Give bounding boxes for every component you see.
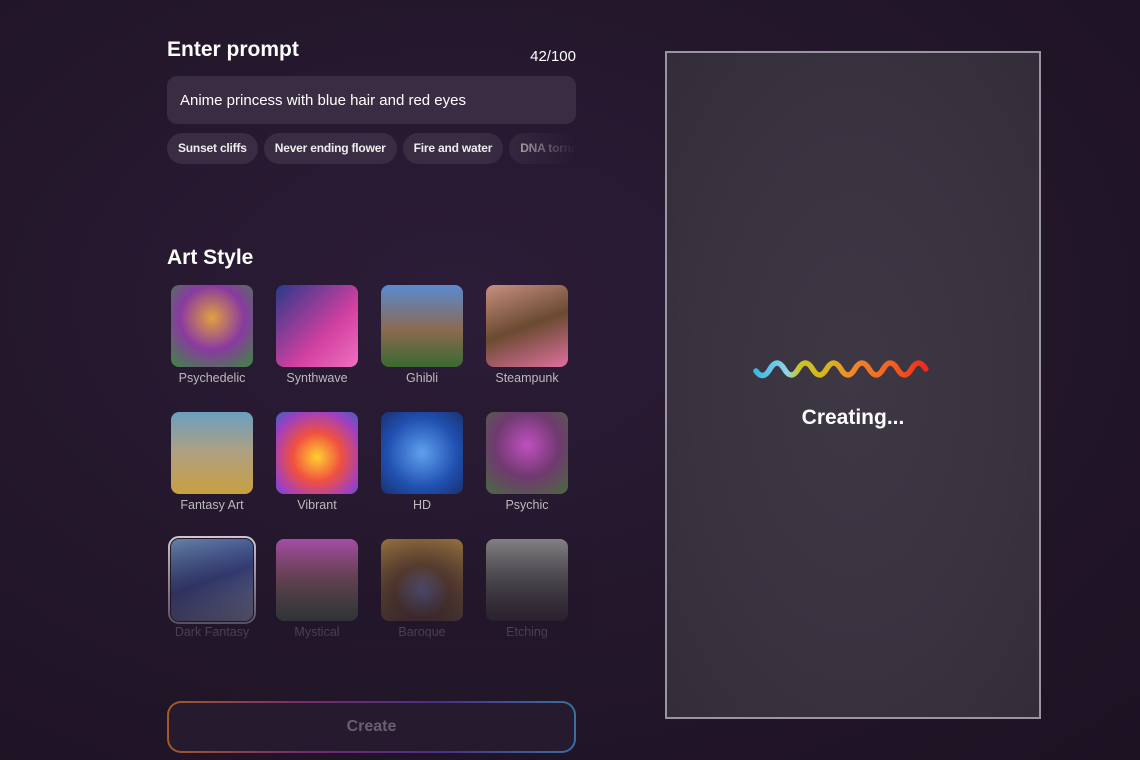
style-thumbnail [381,285,463,367]
art-style-steampunk[interactable]: Steampunk [486,285,568,385]
art-style-etching[interactable]: Etching [486,539,568,639]
style-thumbnail [171,285,253,367]
suggestion-chip[interactable]: Fire and water [402,133,504,164]
style-label: Dark Fantasy [174,625,250,639]
style-label: Psychedelic [178,371,246,385]
status-text: Creating... [801,406,905,429]
image-preview: Creating... [665,51,1041,719]
style-thumbnail [381,539,463,621]
art-style-vibrant[interactable]: Vibrant [276,412,358,512]
art-style-ghibli[interactable]: Ghibli [381,285,463,385]
suggestion-chip[interactable]: Sunset cliffs [167,133,258,164]
style-thumbnail [276,412,358,494]
prompt-heading: Enter prompt [167,38,299,61]
style-thumbnail [486,285,568,367]
style-thumbnail [276,285,358,367]
style-thumbnail [381,412,463,494]
style-label: Mystical [294,625,340,639]
create-button[interactable]: Create [167,701,576,753]
char-counter: 42/100 [530,48,576,65]
style-thumbnail [171,412,253,494]
art-style-grid: Psychedelic Synthwave Ghibli Steampunk Fanta… [168,285,581,639]
prompt-input[interactable] [167,76,576,124]
style-label: Synthwave [286,371,348,385]
art-style-mystical[interactable]: Mystical [276,539,358,639]
rainbow-wave-icon [753,360,929,379]
style-thumbnail [486,539,568,621]
style-label: Psychic [505,498,549,512]
style-label: Steampunk [495,371,559,385]
style-label: HD [412,498,432,512]
style-thumbnail [486,412,568,494]
style-label: Baroque [398,625,446,639]
style-thumbnail [276,539,358,621]
art-style-psychic[interactable]: Psychic [486,412,568,512]
art-style-fantasy-art[interactable]: Fantasy Art [171,412,253,512]
style-label: Ghibli [406,371,438,385]
suggestion-chip[interactable]: DNA tornado [509,133,576,164]
style-label: Vibrant [297,498,337,512]
suggestion-chip[interactable]: Never ending flower [263,133,397,164]
style-label: Fantasy Art [180,498,244,512]
art-style-heading: Art Style [167,246,254,269]
suggestion-chips: Sunset cliffs Never ending flower Fire a… [167,133,576,165]
art-style-hd[interactable]: HD [381,412,463,512]
style-thumbnail [168,536,256,624]
art-style-baroque[interactable]: Baroque [381,539,463,639]
style-label: Etching [506,625,548,639]
art-style-dark-fantasy[interactable]: Dark Fantasy [168,536,256,639]
art-style-psychedelic[interactable]: Psychedelic [171,285,253,385]
art-style-synthwave[interactable]: Synthwave [276,285,358,385]
